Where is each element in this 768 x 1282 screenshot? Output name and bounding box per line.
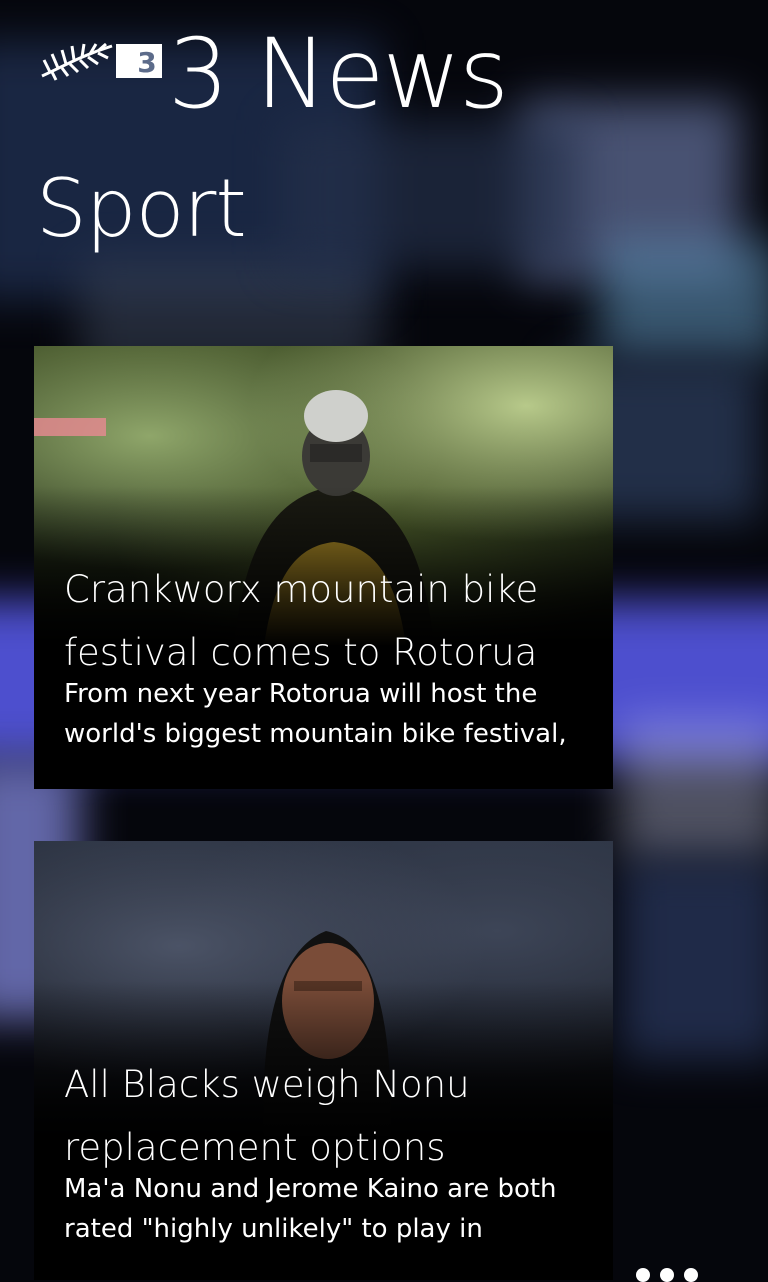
app-title: 3 News — [168, 18, 509, 130]
section-title: Sport — [36, 162, 247, 255]
article-headline: All Blacks weigh Nonu replacement option… — [64, 1063, 470, 1169]
article-card[interactable]: Crankworx mountain bike festival comes t… — [34, 346, 613, 789]
article-summary: From next year Rotorua will host the wor… — [64, 679, 567, 749]
svg-text:3: 3 — [137, 46, 156, 79]
article-summary: Ma'a Nonu and Jerome Kaino are both rate… — [64, 1174, 557, 1244]
article-headline: Crankworx mountain bike festival comes t… — [64, 568, 539, 674]
tv3-logo-icon: 3 — [40, 42, 162, 82]
article-card[interactable]: All Blacks weigh Nonu replacement option… — [34, 841, 613, 1280]
